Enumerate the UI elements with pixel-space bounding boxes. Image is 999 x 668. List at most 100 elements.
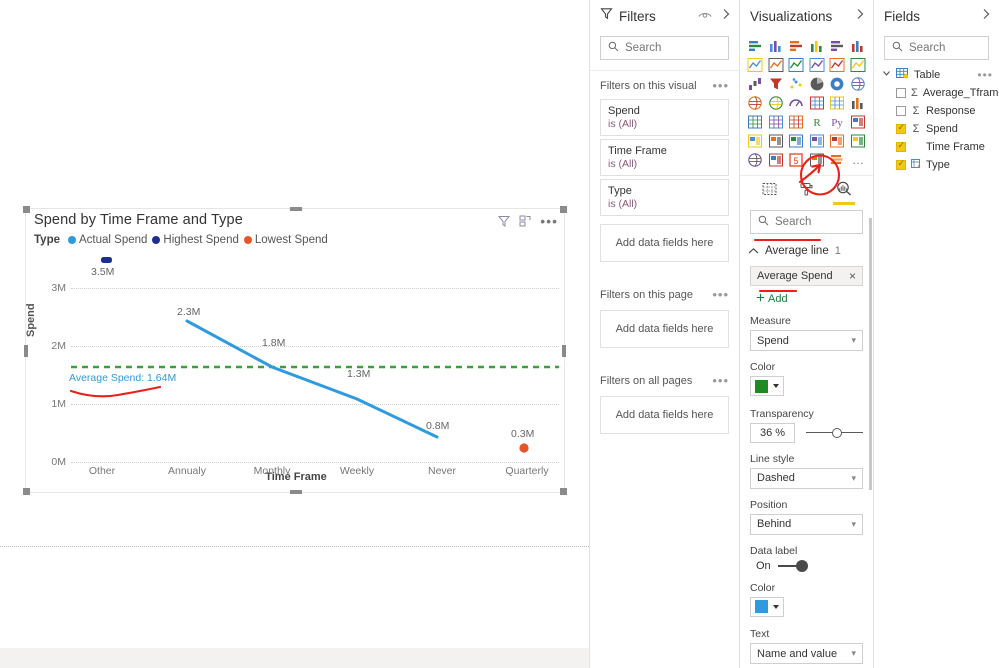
hide-filters-eye-icon[interactable]	[698, 7, 712, 25]
filters-on-all-pages-more-icon[interactable]: •••	[712, 374, 729, 387]
filled-map-icon[interactable]	[766, 93, 787, 112]
fields-tab[interactable]	[762, 182, 777, 201]
visual-type-gallery[interactable]: R Py 5 …	[740, 32, 873, 169]
matrix-icon[interactable]	[786, 112, 807, 131]
field-row-spend[interactable]: Σ Spend	[874, 120, 999, 138]
add-line-button[interactable]: Add	[756, 293, 873, 305]
slicer-icon[interactable]	[745, 112, 766, 131]
filters-on-page-more-icon[interactable]: •••	[712, 288, 729, 301]
power-apps-icon[interactable]	[827, 131, 848, 150]
measure-select[interactable]: Spend ▾	[750, 330, 863, 351]
fields-pane[interactable]: Fields Search Table ••• Σ Average_Tframe…	[873, 0, 999, 668]
analytics-search-input[interactable]: Search	[750, 210, 863, 234]
ribbon-chart-icon[interactable]	[848, 55, 869, 74]
arcgis-maps-icon[interactable]	[745, 150, 766, 169]
more-visuals-icon[interactable]: …	[848, 150, 869, 169]
pie-chart-icon[interactable]	[807, 74, 828, 93]
collapse-visualizations-chevron-icon[interactable]	[855, 7, 865, 25]
filter-card-type[interactable]: Type is (All)	[600, 179, 729, 216]
multi-row-card-icon[interactable]	[827, 93, 848, 112]
format-tab[interactable]	[799, 182, 814, 201]
pane-tabs[interactable]	[740, 175, 873, 205]
field-rows[interactable]: ΣAverage_TframeΣResponseΣSpend Time Fram…	[874, 84, 999, 174]
scatter-chart-icon[interactable]	[786, 74, 807, 93]
q-and-a-icon[interactable]	[766, 131, 787, 150]
visualizations-pane-scrollbar[interactable]	[869, 218, 872, 490]
average-spend-line-chip[interactable]: Average Spend ×	[750, 266, 863, 286]
filters-pane[interactable]: Filters Search Filters on this visual ••…	[589, 0, 739, 668]
key-influencers-icon[interactable]	[745, 131, 766, 150]
field-checkbox[interactable]	[896, 140, 906, 152]
data-label-toggle[interactable]	[777, 559, 808, 572]
collapse-filters-chevron-icon[interactable]	[721, 7, 731, 25]
decomposition-tree-icon[interactable]	[848, 112, 869, 131]
average-line-accordion[interactable]: Average line 1	[740, 234, 873, 264]
map-icon[interactable]	[745, 93, 766, 112]
visual-filters-dropzone[interactable]: Add data fields here	[600, 224, 729, 262]
clustered-column-chart-icon[interactable]	[807, 36, 828, 55]
table-icon[interactable]	[766, 112, 787, 131]
position-select[interactable]: Behind ▾	[750, 513, 863, 535]
filter-card-time-frame[interactable]: Time Frame is (All)	[600, 139, 729, 176]
gauge-icon[interactable]	[786, 93, 807, 112]
stacked-area-chart-icon[interactable]	[786, 55, 807, 74]
report-canvas[interactable]: Spend by Time Frame and Type ••• Type Ac…	[0, 0, 589, 668]
resize-handle-middle-right[interactable]	[562, 345, 566, 357]
line-style-select[interactable]: Dashed ▾	[750, 467, 863, 489]
fields-search-input[interactable]: Search	[884, 36, 989, 60]
field-checkbox[interactable]	[896, 106, 906, 116]
resize-handle-bottom-left[interactable]	[23, 488, 30, 495]
fields-table-more-icon[interactable]: •••	[977, 69, 993, 81]
chevron-down-icon[interactable]	[882, 69, 891, 81]
filter-card-spend[interactable]: Spend is (All)	[600, 99, 729, 136]
resize-handle-bottom-center[interactable]	[290, 490, 302, 494]
transparency-slider[interactable]	[806, 426, 863, 440]
html-viewer-icon[interactable]: 5	[786, 150, 807, 169]
kpi-icon[interactable]	[848, 93, 869, 112]
smart-narrative-icon[interactable]	[786, 131, 807, 150]
stacked-bar-chart-icon[interactable]	[745, 36, 766, 55]
transparency-input[interactable]: 36 %	[750, 422, 795, 443]
clustered-bar-chart-icon[interactable]	[786, 36, 807, 55]
field-checkbox[interactable]	[896, 122, 906, 134]
transparency-control[interactable]: 36 %	[750, 422, 863, 443]
charticulator-icon[interactable]	[807, 150, 828, 169]
toggle-knob[interactable]	[795, 559, 808, 572]
100-stacked-bar-chart-icon[interactable]	[827, 36, 848, 55]
line-stacked-column-chart-icon[interactable]	[807, 55, 828, 74]
data-label-color-picker[interactable]	[750, 596, 784, 617]
text-select[interactable]: Name and value ▾	[750, 643, 863, 664]
line-chart-icon[interactable]	[745, 55, 766, 74]
100-stacked-column-chart-icon[interactable]	[848, 36, 869, 55]
slider-knob[interactable]	[832, 427, 843, 438]
analytics-tab[interactable]	[832, 181, 855, 205]
visio-visual-icon[interactable]	[766, 150, 787, 169]
python-visual-icon[interactable]: Py	[827, 112, 848, 131]
data-label-toggle-row[interactable]: On	[756, 559, 873, 572]
donut-chart-icon[interactable]	[827, 74, 848, 93]
field-row-time-frame[interactable]: Time Frame	[874, 138, 999, 156]
field-row-average-tframe[interactable]: Σ Average_Tframe	[874, 84, 999, 102]
resize-handle-top-right[interactable]	[560, 206, 567, 213]
chart-plot-area[interactable]: Spend Time Frame 3M 2M 1M 0M Other Annua…	[25, 209, 566, 494]
resize-handle-top-left[interactable]	[23, 206, 30, 213]
bullet-chart-icon[interactable]	[827, 150, 848, 169]
spend-by-time-frame-visual[interactable]: Spend by Time Frame and Type ••• Type Ac…	[23, 206, 567, 495]
fields-tree[interactable]: Table ••• ΣAverage_TframeΣResponseΣSpend…	[874, 66, 999, 174]
waterfall-chart-icon[interactable]	[745, 74, 766, 93]
paginated-report-icon[interactable]	[807, 131, 828, 150]
card-icon[interactable]	[807, 93, 828, 112]
all-pages-filters-dropzone[interactable]: Add data fields here	[600, 396, 729, 434]
treemap-icon[interactable]	[848, 74, 869, 93]
field-checkbox[interactable]	[896, 88, 906, 98]
stacked-column-chart-icon[interactable]	[766, 36, 787, 55]
collapse-fields-chevron-icon[interactable]	[981, 7, 991, 25]
resize-handle-top-center[interactable]	[290, 207, 302, 211]
line-color-picker[interactable]	[750, 376, 784, 396]
r-script-visual-icon[interactable]: R	[807, 112, 828, 131]
filters-on-visual-more-icon[interactable]: •••	[712, 79, 729, 92]
funnel-chart-icon[interactable]	[766, 74, 787, 93]
fields-table-node[interactable]: Table •••	[874, 66, 999, 84]
line-clustered-column-chart-icon[interactable]	[827, 55, 848, 74]
power-automate-icon[interactable]	[848, 131, 869, 150]
